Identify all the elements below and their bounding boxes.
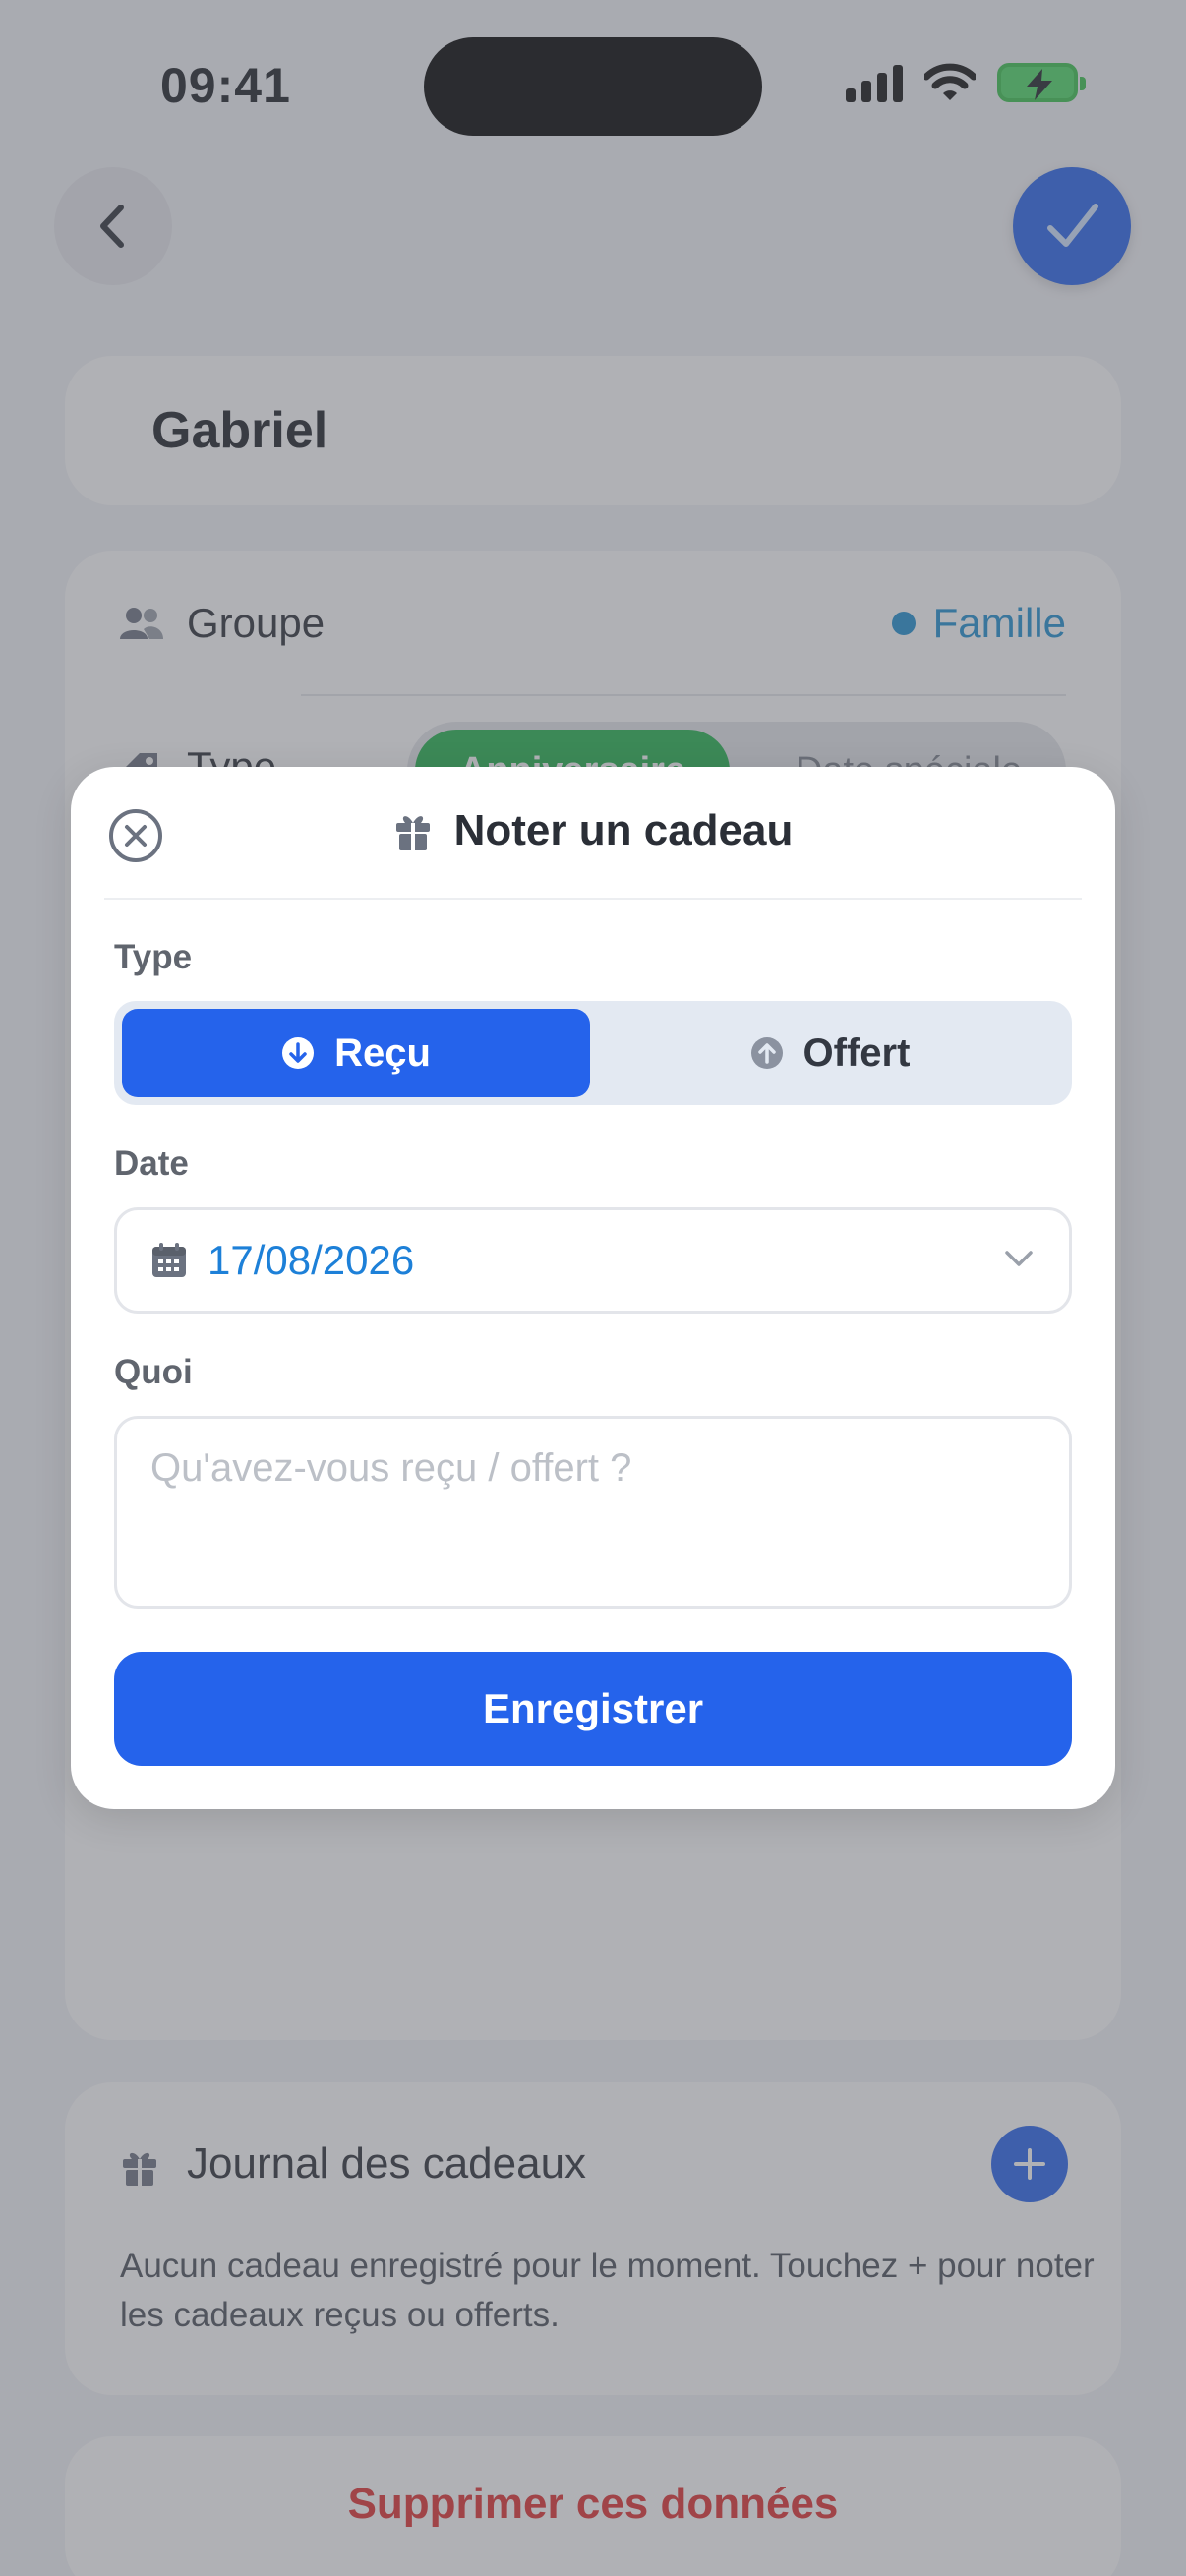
modal-title: Noter un cadeau [453,806,794,854]
given-label: Offert [802,1030,911,1075]
calendar-icon [152,1243,186,1277]
gift-direction-toggle: Reçu Offert [114,1001,1072,1105]
gift-icon [395,816,430,850]
arrow-down-circle-icon [282,1037,315,1069]
divider [104,898,1082,900]
add-gift-modal: Noter un cadeau Type Reçu Offert Date 17… [71,767,1115,1809]
date-field-label: Date [114,1144,189,1183]
gift-description-input[interactable] [114,1416,1072,1609]
modal-header: Noter un cadeau [71,806,1115,855]
received-option[interactable]: Reçu [122,1009,590,1097]
save-button[interactable]: Enregistrer [114,1652,1072,1766]
arrow-up-circle-icon [750,1037,783,1069]
date-picker[interactable]: 17/08/2026 [114,1207,1072,1314]
chevron-down-icon [1005,1251,1033,1266]
screen: 09:41 Gabriel Groupe Famille Journal des… [0,0,1186,2576]
date-value: 17/08/2026 [208,1237,415,1283]
type-field-label: Type [114,938,193,976]
what-field-label: Quoi [114,1353,193,1391]
received-label: Reçu [334,1030,431,1075]
given-option[interactable]: Offert [596,1009,1064,1097]
